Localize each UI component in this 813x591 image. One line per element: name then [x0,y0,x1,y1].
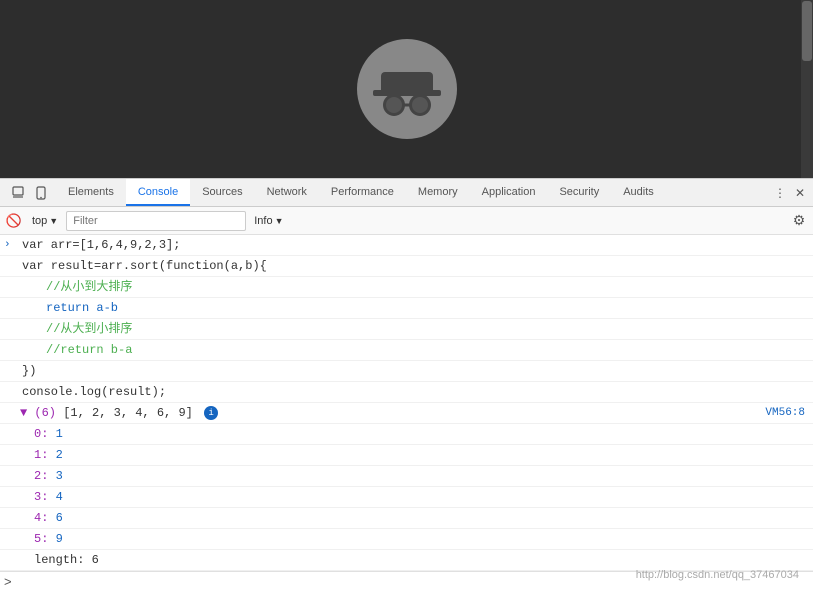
code-text-6: //return b-a [22,341,809,359]
array-output-content: ▼ (6) [1, 2, 3, 4, 6, 9] i VM56:8 [20,404,809,422]
console-input[interactable] [16,575,809,589]
info-badge: i [204,406,218,420]
hat-shape [381,72,433,92]
code-line-6: //return b-a [0,340,813,361]
tab-performance[interactable]: Performance [319,179,406,206]
code-text-8: console.log(result); [22,383,809,401]
code-line-4: return a-b [0,298,813,319]
array-output-line: ▼ (6) [1, 2, 3, 4, 6, 9] i VM56:8 [0,403,813,424]
tab-right-actions: ⋮ ✕ [771,179,813,206]
close-devtools-icon[interactable]: ✕ [791,184,809,202]
tab-network[interactable]: Network [255,179,319,206]
code-text-1: var arr=[1,6,4,9,2,3]; [22,236,809,254]
vm-link[interactable]: VM56:8 [765,404,805,422]
tab-sources[interactable]: Sources [190,179,254,206]
console-wrapper: › var arr=[1,6,4,9,2,3]; var result=arr.… [0,235,813,591]
log-level-arrow: ▼ [275,216,284,226]
code-text-2: var result=arr.sort(function(a,b){ [22,257,809,275]
console-toolbar: 🚫 top ▼ Info ▼ ⚙ [0,207,813,235]
code-line-1: › var arr=[1,6,4,9,2,3]; [0,235,813,256]
item-content-1: 1: 2 [34,446,809,464]
code-text-4: return a-b [22,299,809,317]
console-output: › var arr=[1,6,4,9,2,3]; var result=arr.… [0,235,813,571]
log-level-label: Info [254,215,272,227]
code-text-5: //从大到小排序 [22,320,809,338]
tab-icon-group [4,179,56,206]
array-length-line: length: 6 [0,550,813,571]
lens-left [383,94,405,116]
phone-icon[interactable] [32,184,50,202]
filter-input[interactable] [66,211,246,231]
array-item-1: 1: 2 [0,445,813,466]
browser-scrollbar[interactable] [801,0,813,178]
clear-console-icon[interactable]: 🚫 [4,211,24,231]
length-text: length: 6 [34,551,809,569]
tab-audits[interactable]: Audits [611,179,666,206]
array-item-4: 4: 6 [0,508,813,529]
inspect-icon[interactable] [10,184,28,202]
tab-security[interactable]: Security [547,179,611,206]
item-content-3: 3: 4 [34,488,809,506]
context-dropdown-icon: ▼ [49,216,58,226]
array-item-0: 0: 1 [0,424,813,445]
browser-top-area [0,0,813,178]
item-content-0: 0: 1 [34,425,809,443]
array-display-text: ▼ (6) [20,406,63,420]
array-item-5: 5: 9 [0,529,813,550]
array-values: [1, 2, 3, 4, 6, 9] [63,406,193,420]
lens-right [409,94,431,116]
glasses-shape [383,94,431,116]
devtools-panel: Elements Console Sources Network Perform… [0,178,813,591]
scrollbar-thumb[interactable] [802,1,812,61]
array-item-3: 3: 4 [0,487,813,508]
context-selector[interactable]: top ▼ [28,213,62,229]
log-level-selector[interactable]: Info ▼ [250,213,287,229]
tab-console[interactable]: Console [126,179,190,206]
tab-application[interactable]: Application [470,179,548,206]
item-content-4: 4: 6 [34,509,809,527]
code-text-7: }) [22,362,809,380]
context-label: top [32,215,47,227]
console-settings-icon[interactable]: ⚙ [789,211,809,231]
code-line-2: var result=arr.sort(function(a,b){ [0,256,813,277]
console-prompt: > [4,574,12,589]
code-line-7: }) [0,361,813,382]
tab-memory[interactable]: Memory [406,179,470,206]
item-content-5: 5: 9 [34,530,809,548]
code-text-3: //从小到大排序 [22,278,809,296]
more-options-icon[interactable]: ⋮ [771,184,789,202]
tab-bar: Elements Console Sources Network Perform… [0,179,813,207]
array-item-2: 2: 3 [0,466,813,487]
item-content-2: 2: 3 [34,467,809,485]
code-line-5: //从大到小排序 [0,319,813,340]
line-prefix-chevron: › [4,236,18,254]
code-line-3: //从小到大排序 [0,277,813,298]
tab-elements[interactable]: Elements [56,179,126,206]
incognito-icon [357,39,457,139]
code-line-8: console.log(result); [0,382,813,403]
console-input-line: > [0,571,813,591]
